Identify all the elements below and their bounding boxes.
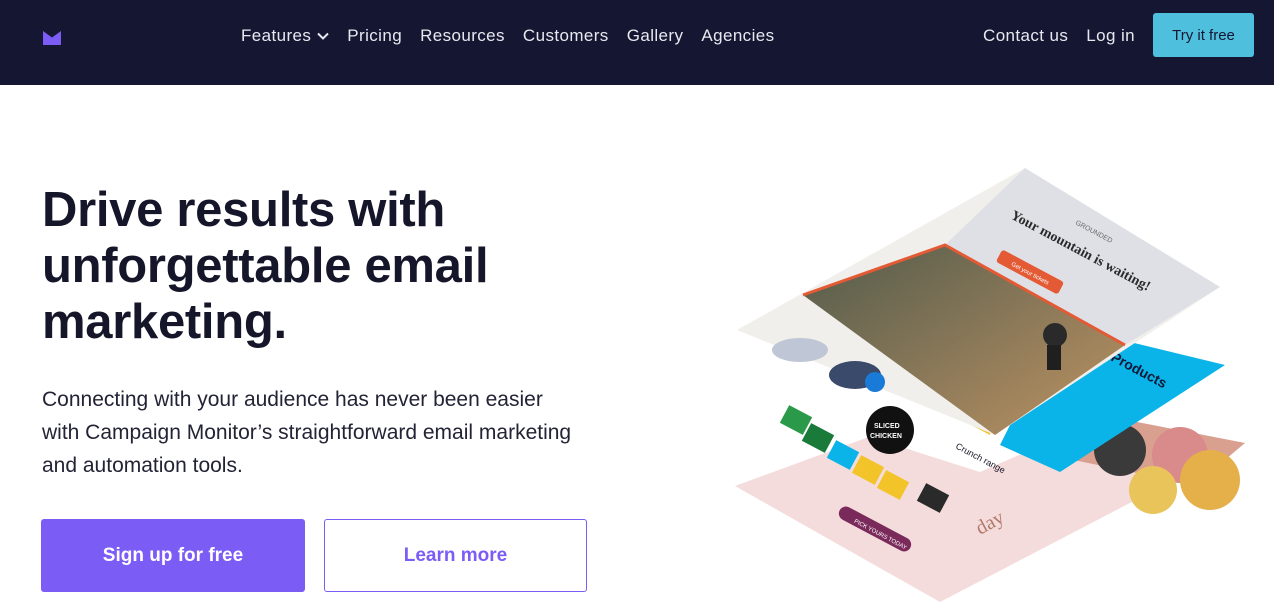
main-nav: Features Pricing Resources Customers Gal… [241, 26, 793, 46]
nav-customers[interactable]: Customers [523, 26, 609, 46]
contact-us-link[interactable]: Contact us [983, 26, 1068, 46]
nav-pricing[interactable]: Pricing [347, 26, 402, 46]
learn-more-button[interactable]: Learn more [324, 519, 587, 592]
top-navigation-bar: Features Pricing Resources Customers Gal… [0, 0, 1274, 85]
macaron-yellow [1180, 450, 1240, 510]
nav-agencies[interactable]: Agencies [701, 26, 774, 46]
nav-resources[interactable]: Resources [420, 26, 505, 46]
nav-gallery[interactable]: Gallery [627, 26, 684, 46]
hiker-body [1047, 345, 1061, 370]
campaign-monitor-logo-icon[interactable] [43, 31, 61, 45]
account-nav: Contact us Log in Try it free [983, 13, 1254, 57]
badge-line-1: SLICED [874, 423, 900, 430]
nav-features-label: Features [241, 26, 312, 45]
hero-subtext: Connecting with your audience has never … [42, 388, 572, 477]
badge-line-2: CHICKEN [870, 433, 902, 440]
watch-item [865, 372, 885, 392]
email-templates-illustration: PICK YOURS TODAY day Products Crunch ran… [735, 168, 1245, 602]
jacket-item [772, 338, 828, 362]
nav-features[interactable]: Features [241, 26, 330, 46]
sliced-chicken-badge [866, 406, 914, 454]
try-it-free-button[interactable]: Try it free [1153, 13, 1254, 57]
macaron-yellow-2 [1129, 466, 1177, 514]
sign-up-button[interactable]: Sign up for free [41, 519, 305, 592]
hero-headline: Drive results with unforgettable email m… [42, 183, 489, 349]
chevron-down-icon [317, 32, 330, 40]
hiker-figure [1043, 323, 1067, 347]
login-link[interactable]: Log in [1086, 26, 1135, 46]
